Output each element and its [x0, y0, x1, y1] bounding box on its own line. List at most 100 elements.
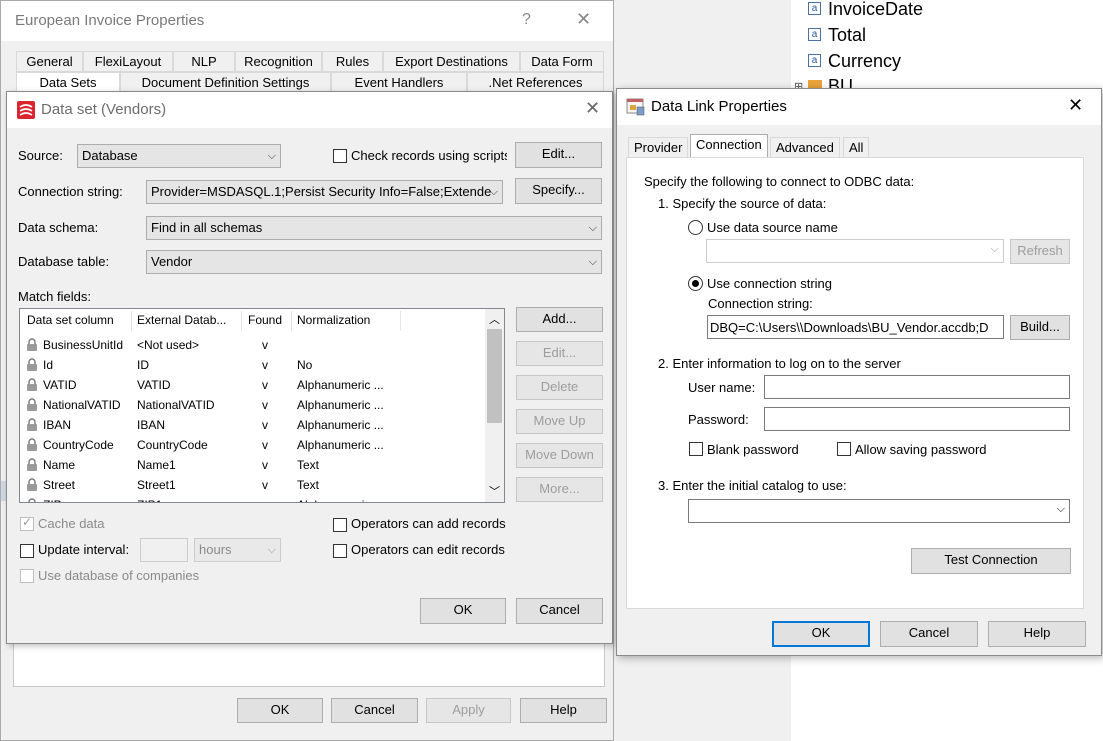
column-header-normalization[interactable]: Normalization — [297, 313, 370, 327]
tree-item-invoicedate[interactable]: InvoiceDate — [828, 0, 923, 20]
tab-recognition[interactable]: Recognition — [235, 51, 322, 72]
ok-button[interactable]: OK — [420, 598, 506, 624]
close-icon[interactable]: ✕ — [576, 9, 591, 30]
operators-edit-label: Operators can edit records — [351, 542, 505, 557]
edit-script-button[interactable]: Edit... — [515, 142, 602, 168]
tab-flexilayout[interactable]: FlexiLayout — [83, 51, 173, 72]
data-link-properties-dialog: Data Link Properties ✕ Provider Connecti… — [616, 88, 1102, 656]
table-row[interactable]: Name Name1 v Text — [20, 455, 485, 475]
chevron-down-icon: ⌵ — [1056, 503, 1065, 515]
use-database-of-companies-checkbox[interactable] — [20, 569, 34, 583]
table-row[interactable]: VATID VATID v Alphanumeric ... — [20, 375, 485, 395]
use-data-source-name-radio[interactable] — [688, 220, 703, 235]
tab-all[interactable]: All — [843, 137, 870, 158]
connection-string-value: Provider=MSDASQL.1;Persist Security Info… — [151, 184, 492, 199]
cell-data-set-column: VATID — [43, 378, 77, 392]
chevron-down-icon: ⌵ — [588, 222, 597, 234]
source-select[interactable]: Database ⌵ — [77, 144, 281, 168]
connection-string-select[interactable]: Provider=MSDASQL.1;Persist Security Info… — [146, 180, 503, 204]
use-connection-string-radio[interactable] — [688, 276, 703, 291]
move-down-button[interactable]: Move Down — [516, 443, 603, 468]
table-row[interactable]: BusinessUnitId <Not used> v — [20, 335, 485, 355]
refresh-button[interactable]: Refresh — [1010, 239, 1070, 264]
allow-saving-password-checkbox[interactable] — [837, 442, 851, 456]
tab-data-sets[interactable]: Data Sets — [16, 72, 120, 93]
connection-string-input[interactable]: DBQ=C:\Users\\Downloads\BU_Vendor.accdb;… — [707, 315, 1004, 339]
username-input[interactable] — [764, 375, 1070, 399]
tab-document-definition-settings[interactable]: Document Definition Settings — [120, 72, 331, 93]
help-button[interactable]: Help — [988, 621, 1086, 647]
test-connection-button[interactable]: Test Connection — [911, 548, 1071, 574]
help-icon[interactable]: ? — [522, 11, 531, 29]
operators-edit-checkbox[interactable] — [333, 544, 347, 558]
scroll-down-icon[interactable]: ﹀ — [489, 483, 500, 499]
grid-scrollbar[interactable]: ︿ ﹀ — [485, 309, 504, 502]
password-input[interactable] — [764, 407, 1070, 431]
use-database-of-companies-label: Use database of companies — [38, 568, 200, 583]
ok-button[interactable]: OK — [772, 621, 870, 647]
tab-provider[interactable]: Provider — [628, 137, 689, 158]
table-row[interactable]: IBAN IBAN v Alphanumeric ... — [20, 415, 485, 435]
cell-found: v — [262, 378, 268, 392]
table-row[interactable]: CountryCode CountryCode v Alphanumeric .… — [20, 435, 485, 455]
lock-icon — [27, 478, 37, 491]
match-fields-grid[interactable]: Data set column External Datab... Found … — [19, 308, 505, 503]
tab-event-handlers[interactable]: Event Handlers — [331, 72, 467, 93]
column-header-data-set-column[interactable]: Data set column — [27, 313, 114, 327]
cancel-button[interactable]: Cancel — [516, 598, 603, 624]
bg-help-button[interactable]: Help — [520, 698, 607, 723]
delete-button[interactable]: Delete — [516, 375, 603, 400]
data-schema-label: Data schema: — [18, 220, 99, 235]
tab-data-form[interactable]: Data Form — [520, 51, 604, 72]
close-icon[interactable]: ✕ — [1068, 95, 1083, 116]
cache-data-checkbox[interactable] — [20, 515, 34, 531]
edit-field-button[interactable]: Edit... — [516, 341, 603, 366]
close-icon[interactable]: ✕ — [585, 98, 600, 119]
move-up-button[interactable]: Move Up — [516, 409, 603, 434]
update-interval-checkbox[interactable] — [20, 544, 34, 558]
tab-net-references[interactable]: .Net References — [467, 72, 604, 93]
tab-rules[interactable]: Rules — [322, 51, 383, 72]
database-table-select[interactable]: Vendor ⌵ — [146, 250, 602, 274]
initial-catalog-select[interactable]: ⌵ — [688, 499, 1070, 523]
tab-export-destinations[interactable]: Export Destinations — [383, 51, 520, 72]
scroll-up-icon[interactable]: ︿ — [489, 311, 500, 327]
cell-found: v — [262, 398, 268, 412]
add-button[interactable]: Add... — [516, 307, 603, 332]
data-source-name-select[interactable]: ⌵ — [706, 239, 1004, 263]
table-row[interactable]: NationalVATID NationalVATID v Alphanumer… — [20, 395, 485, 415]
cell-external-database: NationalVATID — [137, 398, 215, 412]
more-button[interactable]: More... — [516, 477, 603, 502]
bg-ok-button[interactable]: OK — [237, 698, 323, 723]
cancel-button[interactable]: Cancel — [880, 621, 978, 647]
table-row[interactable]: Street Street1 v Text — [20, 475, 485, 495]
bg-apply-button[interactable]: Apply — [426, 698, 511, 723]
bg-cancel-button[interactable]: Cancel — [331, 698, 418, 723]
interval-unit-select[interactable]: hours ⌵ — [194, 538, 281, 562]
scroll-thumb[interactable] — [487, 329, 502, 423]
tab-general[interactable]: General — [16, 51, 83, 72]
build-button[interactable]: Build... — [1010, 315, 1070, 340]
column-header-found[interactable]: Found — [248, 313, 282, 327]
title-bar: Data Link Properties ✕ — [617, 89, 1101, 125]
cell-data-set-column: ZIP — [43, 498, 62, 502]
check-records-checkbox[interactable] — [333, 149, 347, 163]
table-row[interactable]: ZIP ZIP1 v Alphanumeric ... — [20, 495, 485, 502]
table-row[interactable]: Id ID v No — [20, 355, 485, 375]
data-schema-select[interactable]: Find in all schemas ⌵ — [146, 216, 602, 240]
source-label: Source: — [18, 148, 63, 163]
cell-normalization: Alphanumeric ... — [297, 378, 384, 392]
lock-icon — [27, 398, 37, 411]
tab-advanced[interactable]: Advanced — [770, 137, 840, 158]
operators-add-checkbox[interactable] — [333, 518, 347, 532]
blank-password-checkbox[interactable] — [689, 442, 703, 456]
update-interval-input[interactable] — [140, 538, 188, 562]
specify-button[interactable]: Specify... — [515, 178, 602, 204]
cell-found: v — [262, 338, 268, 352]
tree-item-currency[interactable]: Currency — [828, 51, 901, 72]
tab-connection[interactable]: Connection — [690, 134, 768, 157]
tree-item-total[interactable]: Total — [828, 25, 866, 46]
tab-nlp[interactable]: NLP — [173, 51, 235, 72]
column-header-external-database[interactable]: External Datab... — [137, 313, 226, 327]
title-bar: European Invoice Properties ? ✕ — [1, 1, 613, 41]
